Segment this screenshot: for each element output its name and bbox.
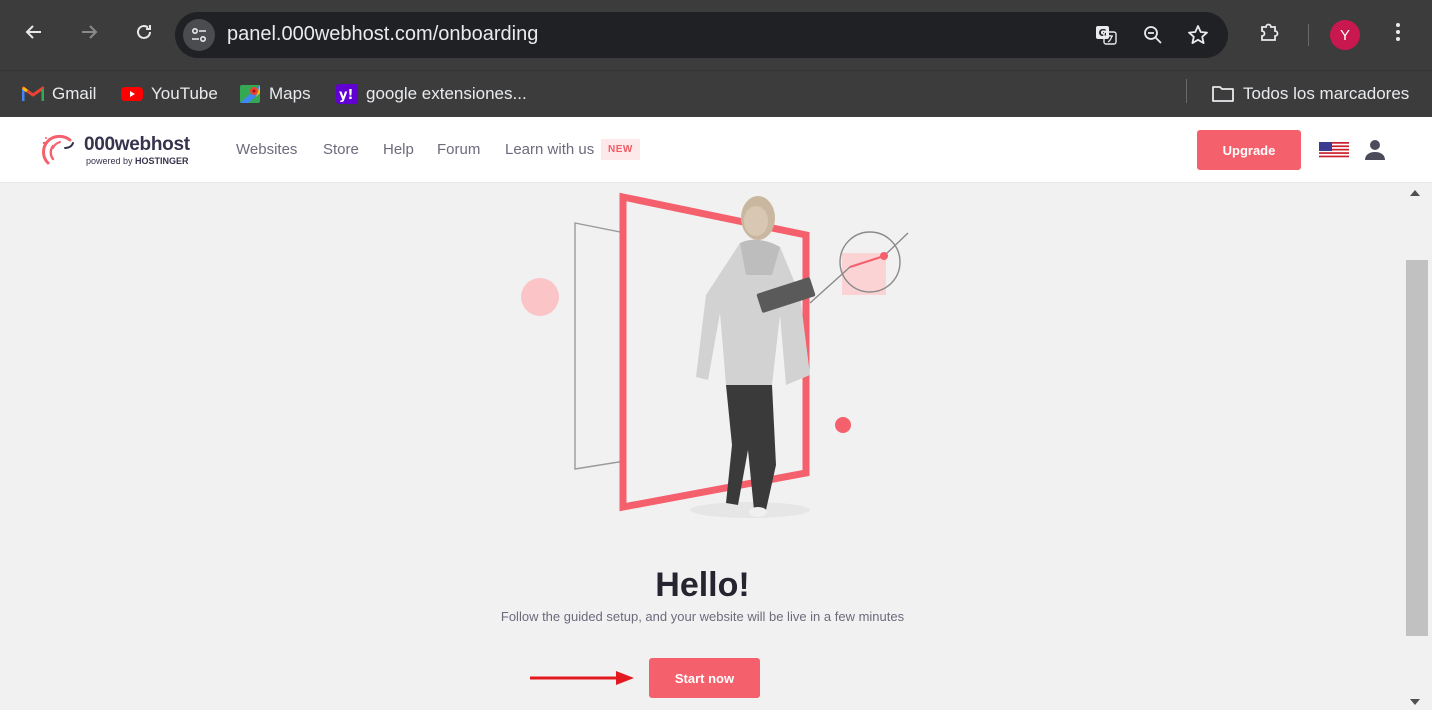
bookmark-youtube[interactable]: YouTube xyxy=(121,79,218,109)
nav-help[interactable]: Help xyxy=(383,141,414,158)
gmail-icon xyxy=(22,84,44,104)
browser-toolbar: panel.000webhost.com/onboarding G Y xyxy=(0,0,1432,70)
svg-text:G: G xyxy=(1099,28,1107,39)
chart-circle-icon xyxy=(809,231,909,304)
folder-icon xyxy=(1211,84,1235,104)
bookmark-star-icon[interactable] xyxy=(1185,22,1211,48)
page-title: Hello! xyxy=(655,566,750,604)
back-button[interactable] xyxy=(16,14,52,50)
zoom-icon[interactable] xyxy=(1140,22,1166,48)
scrollbar-thumb[interactable] xyxy=(1406,260,1428,636)
bookmark-label: Maps xyxy=(269,84,311,103)
nav-websites[interactable]: Websites xyxy=(236,141,297,158)
nav-store[interactable]: Store xyxy=(323,141,359,158)
all-bookmarks-button[interactable]: Todos los marcadores xyxy=(1211,79,1409,109)
red-frame-shape xyxy=(619,192,810,512)
site-header: 000webhost powered by HOSTINGER Websites… xyxy=(0,117,1432,183)
nav-forum[interactable]: Forum xyxy=(437,141,480,158)
kebab-menu-icon xyxy=(1396,23,1400,41)
user-icon[interactable] xyxy=(1364,139,1386,161)
bookmark-label: Gmail xyxy=(52,84,97,103)
forward-button[interactable] xyxy=(71,14,107,50)
toolbar-divider xyxy=(1308,24,1309,46)
page-subtitle: Follow the guided setup, and your websit… xyxy=(500,609,905,624)
puzzle-icon xyxy=(1261,23,1279,41)
scroll-down-icon[interactable] xyxy=(1410,699,1420,705)
menu-button[interactable] xyxy=(1380,14,1416,50)
000webhost-logo-icon[interactable] xyxy=(40,134,76,168)
bookmarks-divider xyxy=(1186,79,1187,103)
logo-tagline: powered by HOSTINGER xyxy=(86,156,189,166)
arrow-left-icon xyxy=(25,25,41,39)
youtube-icon xyxy=(121,84,143,104)
all-bookmarks-label: Todos los marcadores xyxy=(1243,84,1410,103)
pink-circle-shape xyxy=(521,278,559,316)
arrow-right-icon xyxy=(82,25,98,39)
svg-text:y!: y! xyxy=(339,88,353,103)
red-dot-shape xyxy=(835,417,851,433)
profile-avatar[interactable]: Y xyxy=(1330,20,1360,50)
address-bar[interactable]: panel.000webhost.com/onboarding G xyxy=(175,12,1228,58)
bookmark-maps[interactable]: Maps xyxy=(239,79,311,109)
url-text[interactable]: panel.000webhost.com/onboarding xyxy=(227,23,538,46)
onboarding-illustration xyxy=(521,192,909,518)
scroll-up-icon[interactable] xyxy=(1410,190,1420,196)
red-arrow-annotation-icon xyxy=(530,671,634,685)
logo-wordmark[interactable]: 000webhost xyxy=(84,134,190,156)
translate-icon[interactable]: G xyxy=(1093,22,1119,48)
site-info-icon[interactable] xyxy=(183,19,215,51)
maps-icon xyxy=(239,84,261,104)
gray-frame-shape xyxy=(574,222,626,470)
bookmark-label: YouTube xyxy=(151,84,218,103)
us-flag-icon[interactable] xyxy=(1319,142,1349,159)
start-now-button[interactable]: Start now xyxy=(649,658,760,698)
reload-button[interactable] xyxy=(126,14,162,50)
upgrade-button[interactable]: Upgrade xyxy=(1197,130,1301,170)
bookmark-gmail[interactable]: Gmail xyxy=(22,79,96,109)
new-badge: NEW xyxy=(601,139,640,160)
nav-learn-with-us[interactable]: Learn with us xyxy=(505,141,594,158)
extensions-button[interactable] xyxy=(1251,14,1287,50)
bookmark-label: google extensiones... xyxy=(366,84,527,103)
bookmarks-bar: Gmail YouTube Maps y! google extensiones… xyxy=(0,70,1432,117)
yahoo-icon: y! xyxy=(336,84,358,104)
bookmark-google-extensiones[interactable]: y! google extensiones... xyxy=(336,79,527,109)
woman-figure xyxy=(696,196,816,517)
reload-icon xyxy=(137,24,151,39)
